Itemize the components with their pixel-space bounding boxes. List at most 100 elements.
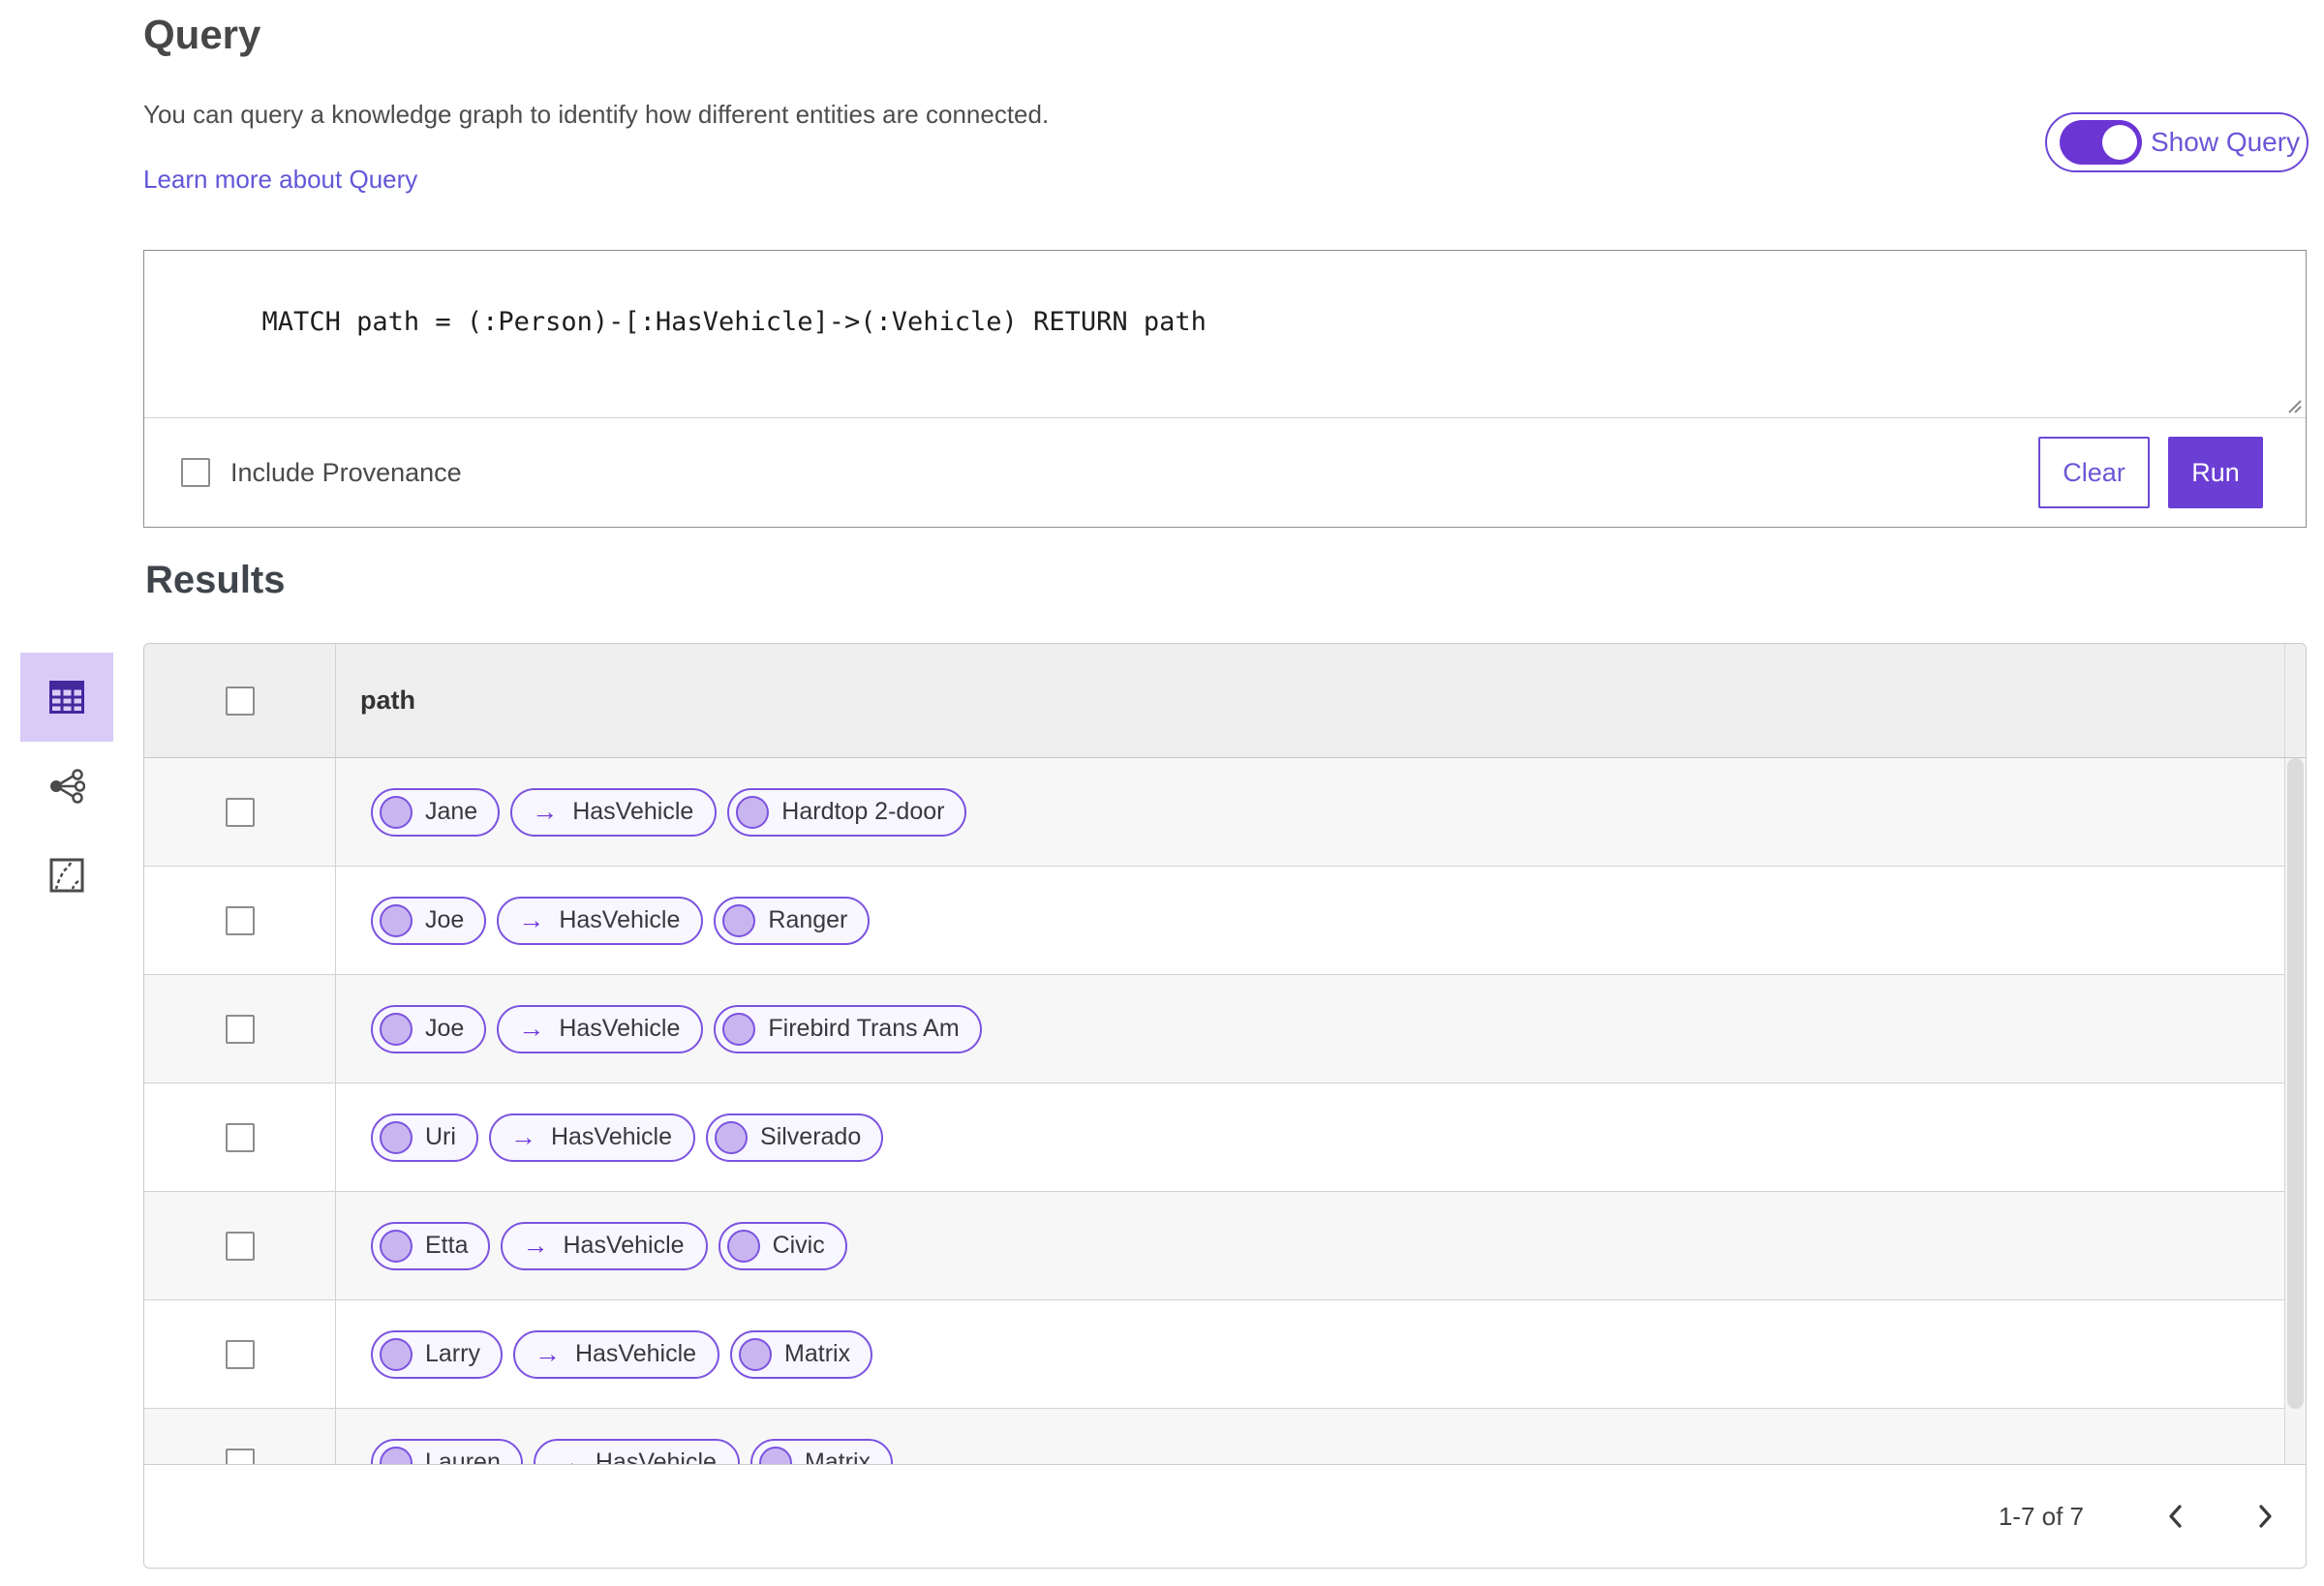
learn-more-link[interactable]: Learn more about Query — [143, 165, 417, 195]
path-cell: Joe → HasVehicle Firebird Trans Am — [336, 975, 2284, 1083]
toggle-knob — [2102, 125, 2137, 160]
arrow-right-icon: → — [532, 797, 559, 826]
show-query-label: Show Query — [2151, 127, 2301, 157]
entity-node-icon — [380, 1012, 413, 1046]
entity-node-icon — [722, 903, 756, 937]
pagination-range: 1-7 of 7 — [1998, 1501, 2084, 1531]
target-entity-pill[interactable]: Silverado — [706, 1113, 884, 1162]
row-select-cell — [144, 1300, 336, 1408]
include-provenance-checkbox[interactable] — [181, 458, 210, 487]
relationship-pill[interactable]: → HasVehicle — [512, 1329, 720, 1379]
row-select-cell — [144, 758, 336, 866]
query-description: You can query a knowledge graph to ident… — [143, 100, 1050, 129]
scrollbar-thumb[interactable] — [2287, 758, 2304, 1409]
target-entity-pill[interactable]: Matrix — [749, 1438, 893, 1464]
row-checkbox[interactable] — [225, 1231, 255, 1261]
clear-button[interactable]: Clear — [2038, 437, 2150, 508]
source-entity-pill[interactable]: Etta — [371, 1221, 491, 1270]
table-view-icon — [49, 681, 84, 714]
resize-grip-icon[interactable] — [2281, 393, 2303, 414]
relationship-pill[interactable]: → HasVehicle — [497, 1004, 704, 1053]
query-text: MATCH path = (:Person)-[:HasVehicle]->(:… — [261, 307, 1207, 337]
entity-node-icon — [726, 1229, 760, 1263]
results-table: path Jane → HasVehicle Hardtop 2-door Jo… — [143, 643, 2307, 1569]
link-chart-view-icon — [50, 769, 85, 804]
target-entity-pill[interactable]: Hardtop 2-door — [727, 787, 967, 837]
vertical-scrollbar[interactable] — [2284, 758, 2306, 1464]
source-entity-pill[interactable]: Uri — [371, 1113, 478, 1162]
path-cell: Jane → HasVehicle Hardtop 2-door — [336, 758, 2284, 866]
include-provenance-label: Include Provenance — [230, 457, 462, 487]
row-checkbox[interactable] — [225, 1339, 255, 1369]
run-button[interactable]: Run — [2168, 437, 2263, 508]
target-entity-pill[interactable]: Matrix — [730, 1329, 873, 1379]
source-entity-pill[interactable]: Larry — [371, 1329, 503, 1379]
query-buttons: Clear Run — [2038, 437, 2263, 508]
entity-node-icon — [736, 795, 770, 829]
table-row: Etta → HasVehicle Civic — [144, 1192, 2284, 1300]
path-cell: Etta → HasVehicle Civic — [336, 1192, 2284, 1299]
query-page: Query You can query a knowledge graph to… — [0, 0, 2324, 1586]
row-checkbox[interactable] — [225, 1448, 255, 1464]
table-view-button[interactable] — [20, 653, 113, 742]
results-title: Results — [145, 559, 286, 601]
source-entity-pill[interactable]: Lauren — [371, 1438, 523, 1464]
map-view-button[interactable] — [20, 831, 113, 920]
arrow-right-icon: → — [534, 1339, 561, 1368]
query-actions-bar: Include Provenance Clear Run — [144, 418, 2306, 527]
entity-node-icon — [715, 1120, 749, 1154]
toggle-switch-icon[interactable] — [2060, 120, 2142, 165]
row-checkbox[interactable] — [225, 1122, 255, 1152]
next-page-button[interactable] — [2246, 1497, 2284, 1536]
row-select-cell — [144, 1192, 336, 1299]
source-entity-pill[interactable]: Joe — [371, 1004, 487, 1053]
select-all-checkbox[interactable] — [225, 686, 255, 716]
relationship-pill[interactable]: → HasVehicle — [510, 787, 718, 837]
entity-node-icon — [380, 903, 413, 937]
arrow-right-icon: → — [522, 1231, 549, 1260]
results-view-toolbar — [20, 653, 113, 920]
entity-node-icon — [739, 1337, 773, 1371]
show-query-toggle[interactable]: Show Query — [2045, 112, 2309, 172]
path-cell: Lauren → HasVehicle Matrix — [336, 1409, 2284, 1464]
source-entity-pill[interactable]: Jane — [371, 787, 501, 837]
query-input[interactable]: MATCH path = (:Person)-[:HasVehicle]->(:… — [144, 251, 2306, 418]
arrow-right-icon: → — [509, 1122, 536, 1151]
relationship-pill[interactable]: → HasVehicle — [501, 1221, 708, 1270]
target-entity-pill[interactable]: Firebird Trans Am — [714, 1004, 982, 1053]
entity-node-icon — [722, 1012, 756, 1046]
scroll-column-header — [2284, 644, 2306, 757]
table-row: Lauren → HasVehicle Matrix — [144, 1409, 2284, 1464]
map-view-icon — [49, 858, 84, 893]
page-title: Query — [143, 12, 261, 57]
row-checkbox[interactable] — [225, 1014, 255, 1044]
entity-node-icon — [380, 1120, 413, 1154]
path-cell: Larry → HasVehicle Matrix — [336, 1300, 2284, 1408]
row-checkbox[interactable] — [225, 905, 255, 935]
row-select-cell — [144, 1083, 336, 1191]
table-row: Jane → HasVehicle Hardtop 2-door — [144, 758, 2284, 867]
arrow-right-icon: → — [518, 1014, 545, 1043]
chevron-left-icon — [2169, 1505, 2182, 1528]
row-select-cell — [144, 867, 336, 974]
row-select-cell — [144, 975, 336, 1083]
table-row: Uri → HasVehicle Silverado — [144, 1083, 2284, 1192]
relationship-pill[interactable]: → HasVehicle — [488, 1113, 696, 1162]
entity-node-icon — [380, 1337, 413, 1371]
relationship-pill[interactable]: → HasVehicle — [533, 1438, 740, 1464]
previous-page-button[interactable] — [2156, 1497, 2195, 1536]
include-provenance-option[interactable]: Include Provenance — [181, 458, 462, 488]
target-entity-pill[interactable]: Civic — [718, 1221, 847, 1270]
row-checkbox[interactable] — [225, 797, 255, 827]
path-cell: Uri → HasVehicle Silverado — [336, 1083, 2284, 1191]
entity-node-icon — [758, 1446, 792, 1464]
query-editor-panel: MATCH path = (:Person)-[:HasVehicle]->(:… — [143, 250, 2307, 528]
relationship-pill[interactable]: → HasVehicle — [497, 896, 704, 945]
path-cell: Joe → HasVehicle Ranger — [336, 867, 2284, 974]
target-entity-pill[interactable]: Ranger — [714, 896, 871, 945]
table-row: Joe → HasVehicle Ranger — [144, 867, 2284, 975]
link-chart-view-button[interactable] — [20, 742, 113, 831]
table-body: Jane → HasVehicle Hardtop 2-door Joe → H… — [144, 758, 2284, 1464]
source-entity-pill[interactable]: Joe — [371, 896, 487, 945]
entity-node-icon — [380, 1229, 413, 1263]
